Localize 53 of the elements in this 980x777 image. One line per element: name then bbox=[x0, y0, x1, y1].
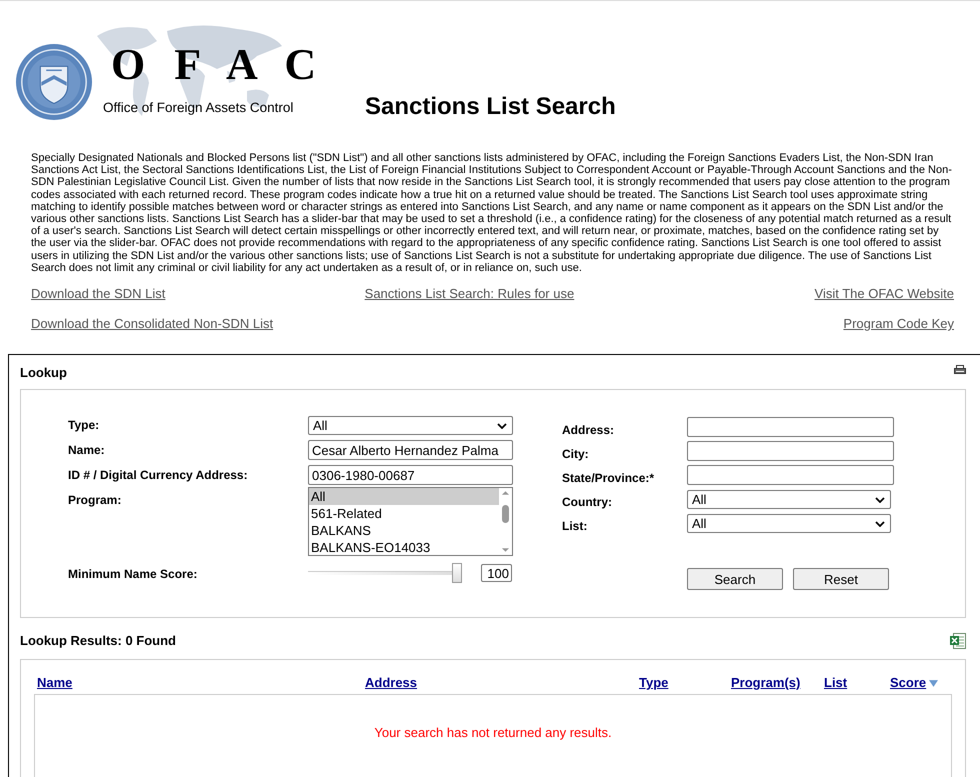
program-option[interactable]: All bbox=[309, 488, 499, 506]
column-header[interactable]: Type bbox=[639, 675, 668, 690]
city-field[interactable] bbox=[687, 441, 894, 462]
address-field[interactable] bbox=[687, 417, 894, 438]
chevron-icon bbox=[497, 422, 507, 429]
page-link[interactable]: Download the Consolidated Non-SDN List bbox=[31, 316, 274, 332]
country-dropdown[interactable]: All bbox=[687, 490, 891, 510]
logo-wordmark: O F A C bbox=[111, 39, 318, 90]
scroll-thumb[interactable] bbox=[502, 504, 509, 523]
section-title: Lookup bbox=[20, 364, 67, 380]
field-label: ID # / Digital Currency Address: bbox=[68, 468, 249, 482]
field-label: Program: bbox=[68, 493, 122, 508]
page-title: Sanctions List Search bbox=[365, 93, 616, 121]
name-field[interactable]: Cesar Alberto Hernandez Palma bbox=[308, 440, 513, 460]
type-dropdown[interactable]: All bbox=[308, 416, 513, 436]
treasury-seal-icon bbox=[15, 43, 93, 121]
search-button[interactable]: Search bbox=[687, 568, 783, 590]
field-label: Type: bbox=[68, 418, 100, 432]
spreadsheet-icon[interactable] bbox=[950, 632, 966, 649]
field-label: Minimum Name Score: bbox=[68, 567, 198, 582]
field-label: Name: bbox=[68, 443, 106, 458]
list-dropdown[interactable]: All bbox=[687, 514, 891, 534]
intro-paragraph: Specially Designated Nationals and Blocked Persons list ("SDN List") and all other sanctions lists administered by OFAC, including the Foreign Sanctions Evaders List, the Non-SDN Iran Sanctions Act List, the Sectoral Sanctions Identifications List, the List of Foreign Financial Institutions Subject to Correspondent Account or Payable-Through Account Sanctions and the Non-SDN Palestinian Legislative Council List. Given the number of lists that now reside in the Sanctions List Search tool, it is strongly recommended that users pay close attention to the program codes associated with each returned record. These program codes indicate how a true hit on a returned value should be treated. The Sanctions List Search tool uses approximate string matching to identify possible matches between word or character strings as entered into Sanctions List Search, and any name or name component as it appears on the SDN List and/or the various other sanctions lists. Sanctions List Search has a slider-bar that may be used to set a threshold (i.e., a confidence rating) for the closeness of any potential match returned as a result of a user's search. Sanctions List Search will detect certain misspellings or other incorrectly entered text, and will return near, or proximate, matches, based on the confidence rating set by the user via the slider-bar. OFAC does not provide recommendations with regard to the appropriateness of any specific confidence rating. Sanctions List Search is one tool offered to assist users in utilizing the SDN List and/or the various other sanctions lists; use of Sanctions List Search is not a substitute for undertaking appropriate due diligence. The use of Sanctions List Search does not limit any criminal or civil liability for any act undertaken as a result of, or in reliance on, such use. bbox=[31, 152, 953, 274]
print-icon[interactable] bbox=[954, 365, 966, 376]
field-label: State/Province:* bbox=[562, 470, 656, 486]
program-option[interactable]: BALKANS bbox=[309, 522, 499, 540]
program-option[interactable]: BALKANS-EO14033 bbox=[309, 539, 499, 556]
field-label: Address: bbox=[562, 422, 616, 438]
state-field[interactable] bbox=[687, 465, 894, 486]
program-listbox[interactable]: All 561-Related BALKANS BALKANS-EO14033 bbox=[308, 487, 513, 556]
page-link[interactable]: Sanctions List Search: Rules for use bbox=[364, 286, 574, 302]
chevron-icon bbox=[875, 496, 885, 503]
id-field[interactable]: 0306-1980-00687 bbox=[308, 465, 513, 486]
scroll-down-icon[interactable] bbox=[501, 547, 510, 554]
field-label: City: bbox=[562, 446, 590, 462]
field-label: Country: bbox=[562, 494, 613, 510]
score-field[interactable]: 100 bbox=[481, 564, 512, 582]
scroll-up-icon[interactable] bbox=[501, 490, 510, 496]
reset-button[interactable]: Reset bbox=[793, 568, 889, 590]
column-header[interactable]: Program(s) bbox=[731, 675, 800, 690]
section-title: Lookup Results: 0 Found bbox=[20, 633, 176, 648]
page-link[interactable]: Download the SDN List bbox=[31, 286, 166, 302]
field-label: List: bbox=[562, 518, 588, 534]
logo-subtitle: Office of Foreign Assets Control bbox=[103, 100, 294, 115]
column-header[interactable]: Address bbox=[365, 675, 418, 690]
no-results-message: Your search has not returned any results. bbox=[373, 725, 613, 740]
page-link[interactable]: Visit The OFAC Website bbox=[814, 286, 954, 302]
chevron-icon bbox=[875, 520, 885, 527]
program-option[interactable]: 561-Related bbox=[309, 505, 499, 522]
page-link[interactable]: Program Code Key bbox=[843, 316, 954, 332]
column-header[interactable]: Name bbox=[37, 675, 72, 690]
column-header[interactable]: Score bbox=[890, 675, 938, 690]
column-header[interactable]: List bbox=[824, 675, 848, 690]
